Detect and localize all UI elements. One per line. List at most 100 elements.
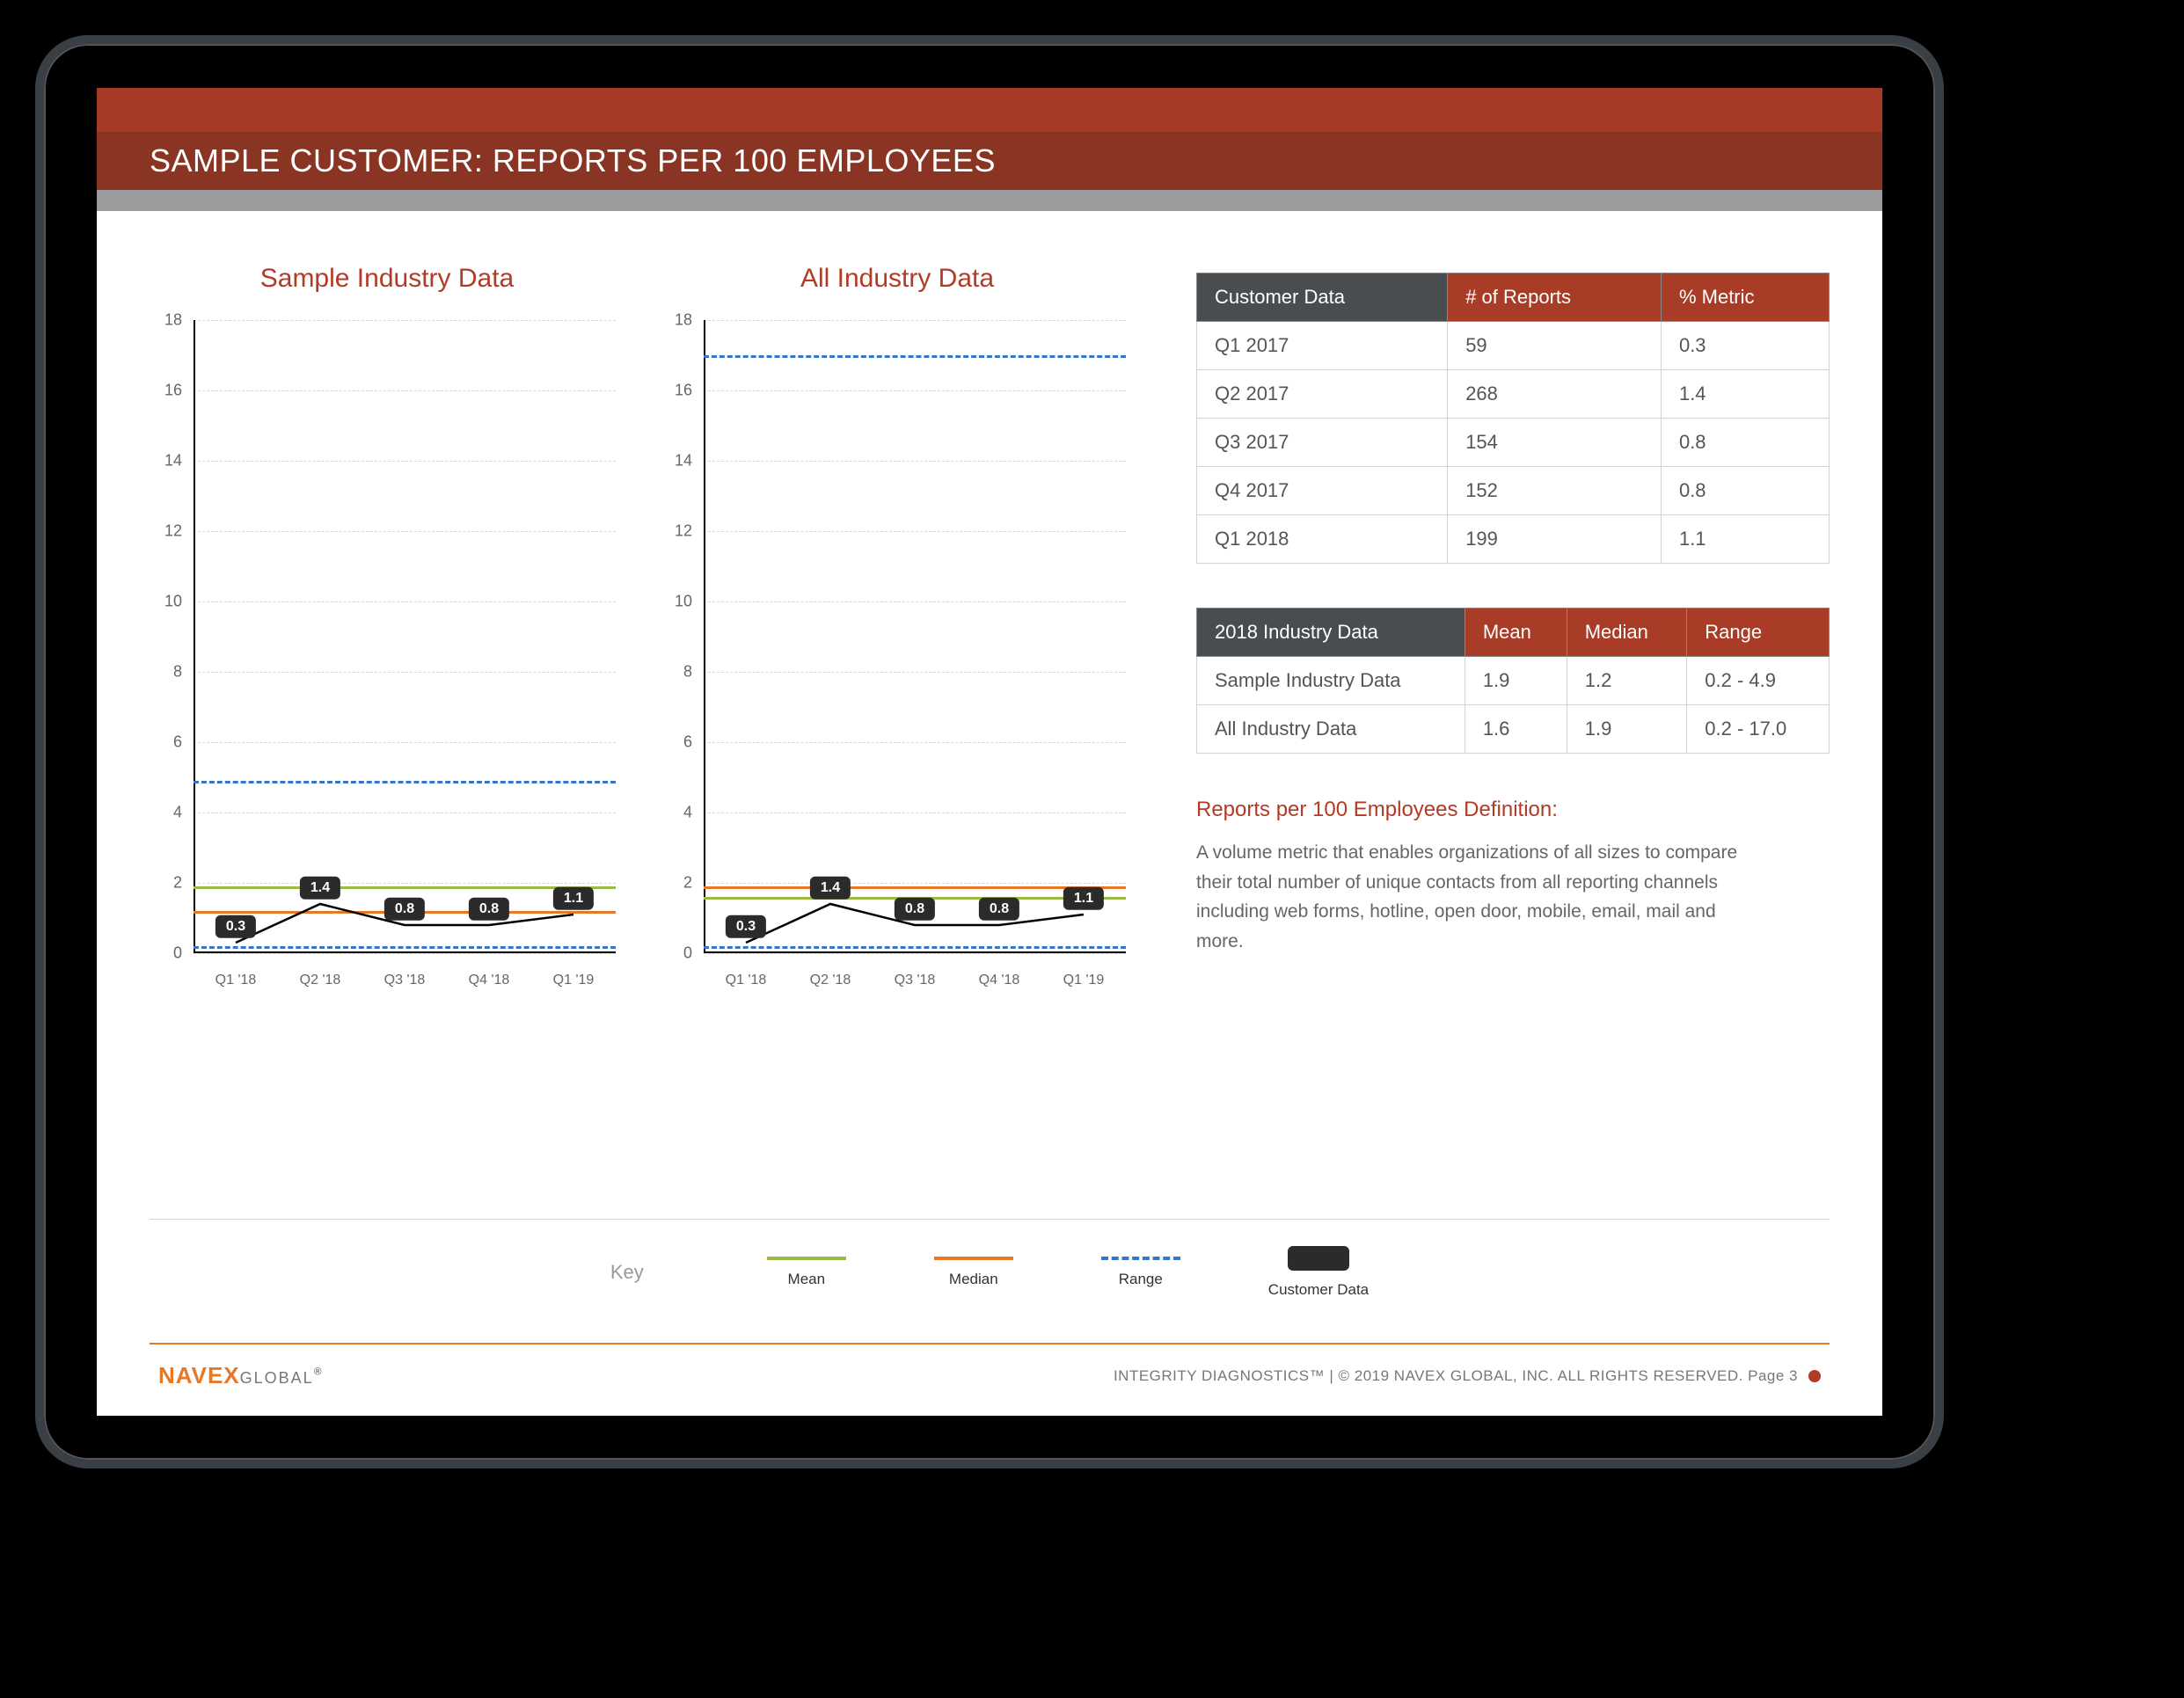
- legend-text: Range: [1119, 1271, 1163, 1288]
- x-tick: Q4 '18: [979, 973, 1020, 988]
- x-tick: Q2 '18: [810, 973, 851, 988]
- table-row: Q2 20172681.4: [1197, 370, 1830, 419]
- brand-logo: NAVEXGLOBAL®: [158, 1362, 323, 1389]
- legend-range: Range: [1101, 1257, 1180, 1288]
- table-header: Range: [1687, 609, 1830, 657]
- customer-data-table: Customer Data# of Reports% Metric Q1 201…: [1196, 273, 1830, 564]
- data-point-label: 0.8: [895, 898, 935, 921]
- y-tick: 18: [150, 311, 189, 330]
- y-tick: 6: [660, 733, 699, 752]
- y-tick: 10: [150, 593, 189, 611]
- data-column: Customer Data# of Reports% Metric Q1 201…: [1196, 264, 1830, 1175]
- table-cell: 0.8: [1661, 467, 1829, 515]
- legend-text: Customer Data: [1268, 1281, 1369, 1299]
- page-dot-icon: [1808, 1370, 1821, 1382]
- table-cell: 199: [1448, 515, 1662, 564]
- table-cell: 0.2 - 17.0: [1687, 705, 1830, 754]
- y-tick: 0: [150, 944, 189, 963]
- table-cell: Q4 2017: [1197, 467, 1448, 515]
- y-tick: 2: [150, 874, 189, 893]
- chart-plot-area: 024681012141618Q1 '18Q2 '18Q3 '18Q4 '18Q…: [150, 320, 625, 988]
- brand-navex: NAVEX: [158, 1362, 240, 1388]
- x-tick: Q4 '18: [469, 973, 510, 988]
- table-cell: 268: [1448, 370, 1662, 419]
- page-footer: NAVEXGLOBAL® INTEGRITY DIAGNOSTICS™ | © …: [150, 1343, 1830, 1416]
- x-tick: Q3 '18: [895, 973, 936, 988]
- table-row: All Industry Data1.61.90.2 - 17.0: [1197, 705, 1830, 754]
- table-cell: 1.9: [1567, 705, 1687, 754]
- x-tick: Q1 '19: [553, 973, 595, 988]
- table-cell: Q1 2017: [1197, 322, 1448, 370]
- y-tick: 18: [660, 311, 699, 330]
- tablet-frame: SAMPLE CUSTOMER: REPORTS PER 100 EMPLOYE…: [35, 35, 1944, 1468]
- y-tick: 8: [660, 663, 699, 681]
- y-tick: 16: [150, 382, 189, 400]
- data-point-label: 1.4: [300, 877, 340, 900]
- data-point-label: 1.1: [1063, 887, 1104, 910]
- y-tick: 2: [660, 874, 699, 893]
- table-cell: 1.1: [1661, 515, 1829, 564]
- legend-median: Median: [934, 1257, 1013, 1288]
- table-cell: 154: [1448, 419, 1662, 467]
- chart-all-industry: All Industry Data 024681012141618Q1 '18Q…: [660, 264, 1135, 1175]
- footer-text: INTEGRITY DIAGNOSTICS™ | © 2019 NAVEX GL…: [1114, 1367, 1821, 1385]
- data-point-label: 0.8: [979, 898, 1019, 921]
- legend-text: Median: [949, 1271, 998, 1288]
- y-tick: 8: [150, 663, 189, 681]
- chart-title: All Industry Data: [660, 264, 1135, 294]
- table-cell: 59: [1448, 322, 1662, 370]
- table-header: 2018 Industry Data: [1197, 609, 1465, 657]
- table-cell: 1.6: [1465, 705, 1567, 754]
- swatch-range-icon: [1101, 1257, 1180, 1260]
- document-screen: SAMPLE CUSTOMER: REPORTS PER 100 EMPLOYE…: [97, 88, 1882, 1416]
- swatch-median-icon: [934, 1257, 1013, 1260]
- y-tick: 6: [150, 733, 189, 752]
- table-header: Customer Data: [1197, 273, 1448, 322]
- x-tick: Q1 '19: [1063, 973, 1105, 988]
- x-tick: Q1 '18: [726, 973, 767, 988]
- legend-customer: Customer Data: [1268, 1246, 1369, 1299]
- definition-body: A volume metric that enables organizatio…: [1196, 838, 1759, 956]
- legend-text: Mean: [788, 1271, 826, 1288]
- header-divider: [97, 190, 1882, 211]
- table-cell: 1.9: [1465, 657, 1567, 705]
- y-tick: 4: [660, 804, 699, 822]
- brand-mark-icon: ®: [314, 1365, 323, 1377]
- table-cell: 1.4: [1661, 370, 1829, 419]
- y-tick: 0: [660, 944, 699, 963]
- table-header: # of Reports: [1448, 273, 1662, 322]
- table-header: Mean: [1465, 609, 1567, 657]
- legend-separator: [150, 1219, 1830, 1220]
- data-point-label: 0.8: [384, 898, 425, 921]
- table-cell: Sample Industry Data: [1197, 657, 1465, 705]
- x-tick: Q1 '18: [215, 973, 257, 988]
- table-cell: 0.2 - 4.9: [1687, 657, 1830, 705]
- x-tick: Q3 '18: [384, 973, 426, 988]
- page-title: SAMPLE CUSTOMER: REPORTS PER 100 EMPLOYE…: [97, 132, 1882, 190]
- y-tick: 14: [150, 452, 189, 470]
- table-row: Q3 20171540.8: [1197, 419, 1830, 467]
- data-point-label: 1.4: [810, 877, 851, 900]
- x-tick: Q2 '18: [300, 973, 341, 988]
- table-row: Sample Industry Data1.91.20.2 - 4.9: [1197, 657, 1830, 705]
- industry-data-table: 2018 Industry DataMeanMedianRange Sample…: [1196, 608, 1830, 754]
- legend: Key Mean Median Range Customer Data: [150, 1246, 1830, 1343]
- data-point-label: 0.3: [726, 915, 766, 938]
- y-tick: 12: [150, 522, 189, 541]
- header-accent: [97, 88, 1882, 132]
- content-area: Sample Industry Data 0 2 4 6 8 10 12 14 16 18 Q1 '…: [97, 211, 1882, 1416]
- table-header: % Metric: [1661, 273, 1829, 322]
- chart-title: Sample Industry Data: [150, 264, 625, 294]
- legend-mean: Mean: [767, 1257, 846, 1288]
- table-cell: 152: [1448, 467, 1662, 515]
- copyright: INTEGRITY DIAGNOSTICS™ | © 2019 NAVEX GL…: [1114, 1367, 1798, 1385]
- table-cell: All Industry Data: [1197, 705, 1465, 754]
- table-cell: Q2 2017: [1197, 370, 1448, 419]
- brand-global: GLOBAL: [240, 1369, 314, 1387]
- y-tick: 14: [660, 452, 699, 470]
- y-tick: 12: [660, 522, 699, 541]
- table-cell: 1.2: [1567, 657, 1687, 705]
- chart-sample-industry: Sample Industry Data 024681012141618Q1 '…: [150, 264, 625, 1175]
- y-tick: 16: [660, 382, 699, 400]
- data-point-label: 1.1: [553, 887, 594, 910]
